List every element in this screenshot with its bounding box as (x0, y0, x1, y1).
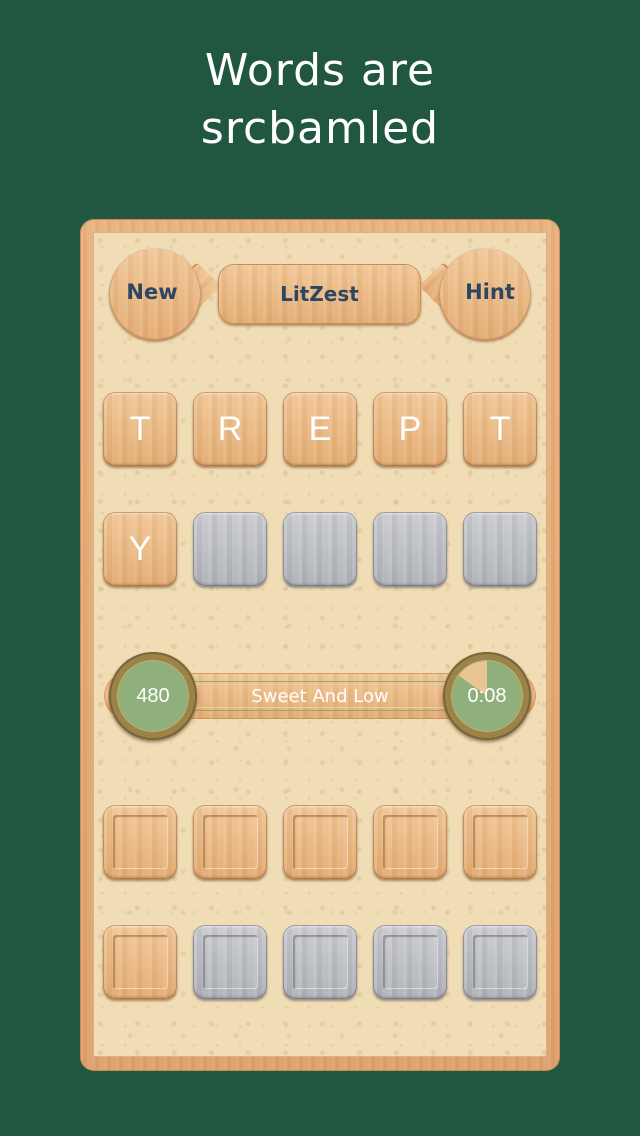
letter-tile[interactable]: P (373, 392, 447, 466)
hint-button-label: Hint (465, 280, 515, 304)
letter-tile[interactable]: T (103, 392, 177, 466)
headline: Words are srcbamled (0, 42, 640, 158)
timer-badge-face: 0:08 (452, 661, 522, 731)
score-badge-face: 480 (118, 661, 188, 731)
letter-tile[interactable]: T (463, 392, 537, 466)
answer-slot-disabled (373, 925, 447, 999)
answer-slot[interactable] (463, 805, 537, 879)
letter-tile[interactable]: R (193, 392, 267, 466)
answer-slot[interactable] (193, 805, 267, 879)
answer-slot-disabled (193, 925, 267, 999)
answer-slot[interactable] (373, 805, 447, 879)
timer-badge: 0:08 (443, 652, 531, 740)
answer-slot[interactable] (103, 805, 177, 879)
answer-slot-disabled (463, 925, 537, 999)
new-button-label: New (126, 280, 178, 304)
score-badge: 480 (109, 652, 197, 740)
letter-tile-disabled (373, 512, 447, 586)
answer-slot[interactable] (283, 805, 357, 879)
letter-tile-disabled (463, 512, 537, 586)
answer-slot[interactable] (103, 925, 177, 999)
letter-tile-disabled (283, 512, 357, 586)
letter-tile[interactable]: Y (103, 512, 177, 586)
score-value: 480 (136, 684, 170, 707)
hint-button[interactable]: Hint (439, 248, 531, 340)
headline-line-1: Words are (204, 45, 436, 96)
letter-tile[interactable]: E (283, 392, 357, 466)
letter-tile-disabled (193, 512, 267, 586)
new-button[interactable]: New (109, 248, 201, 340)
headline-line-2: srcbamled (200, 103, 440, 154)
timer-value: 0:08 (467, 684, 507, 707)
game-title: LitZest (218, 264, 421, 324)
answer-slot-disabled (283, 925, 357, 999)
game-title-label: LitZest (280, 282, 359, 306)
